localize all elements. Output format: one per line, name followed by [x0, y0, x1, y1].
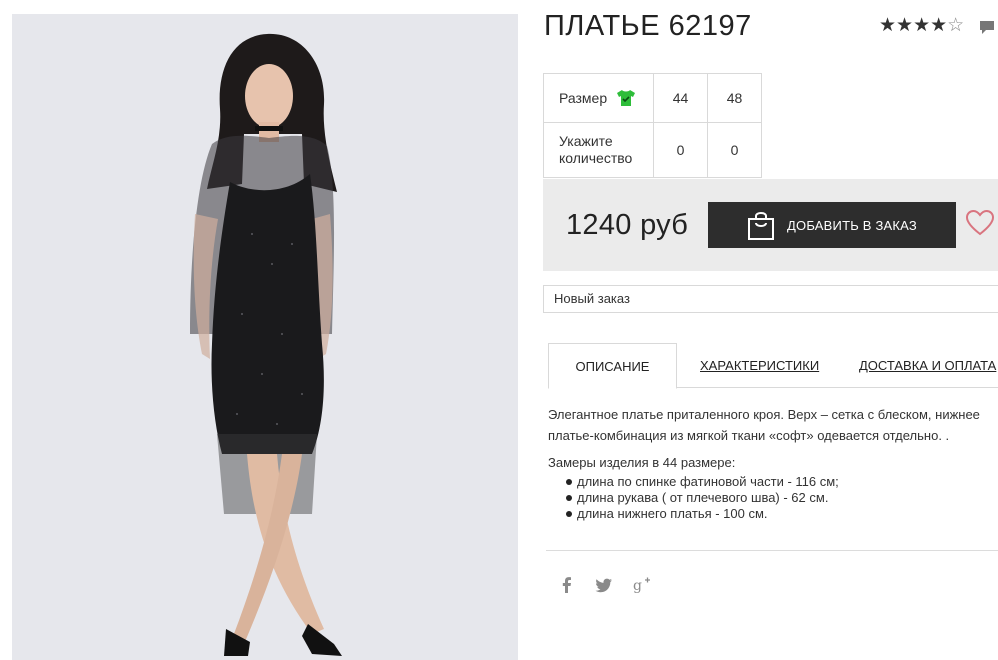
- comment-icon[interactable]: [979, 19, 995, 35]
- buy-bar: 1240 руб ДОБАВИТЬ В ЗАКАЗ: [543, 179, 998, 271]
- product-page: ПЛАТЬЕ 62197 ★★★★☆ Размер 44 48 Укажите …: [0, 0, 998, 660]
- add-to-order-label: ДОБАВИТЬ В ЗАКАЗ: [787, 217, 917, 233]
- price: 1240 руб: [566, 209, 689, 241]
- size-chart-icon[interactable]: [616, 89, 636, 107]
- quantity-input-44[interactable]: 0: [653, 122, 708, 178]
- rating-empty: ☆: [947, 15, 965, 36]
- quantity-label: Укажите количество: [543, 122, 654, 178]
- size-label-cell: Размер: [543, 73, 654, 123]
- svg-text:g: g: [633, 578, 642, 594]
- rating-filled: ★★★★: [879, 15, 948, 36]
- tab-delivery-payment[interactable]: ДОСТАВКА И ОПЛАТА: [859, 343, 996, 388]
- description-text: Элегантное платье приталенного кроя. Вер…: [548, 407, 980, 443]
- tab-bar: ОПИСАНИЕ ХАРАКТЕРИСТИКИ ДОСТАВКА И ОПЛАТ…: [548, 343, 998, 389]
- measurements: Замеры изделия в 44 размере: длина по сп…: [548, 455, 996, 522]
- list-item: длина нижнего платья - 100 см.: [548, 506, 996, 522]
- list-item: длина по спинке фатиновой части - 116 см…: [548, 474, 996, 490]
- twitter-icon[interactable]: [595, 576, 613, 594]
- tab-characteristics[interactable]: ХАРАКТЕРИСТИКИ: [700, 343, 819, 388]
- list-item: длина рукава ( от плечевого шва) - 62 см…: [548, 490, 996, 506]
- order-select[interactable]: Новый заказ: [543, 285, 998, 313]
- size-row: Размер 44 48: [543, 73, 762, 123]
- size-label: Размер: [559, 89, 608, 106]
- wishlist-heart-icon[interactable]: [966, 210, 994, 236]
- size-48: 48: [707, 73, 762, 123]
- measurements-title: Замеры изделия в 44 размере:: [548, 455, 736, 470]
- size-table: Размер 44 48 Укажите количество 0 0: [543, 73, 762, 178]
- quantity-row: Укажите количество 0 0: [543, 122, 762, 178]
- google-plus-icon[interactable]: g: [633, 576, 651, 594]
- measurements-list: длина по спинке фатиновой части - 116 см…: [548, 474, 996, 522]
- rating-stars[interactable]: ★★★★☆: [879, 16, 964, 36]
- add-to-order-button[interactable]: ДОБАВИТЬ В ЗАКАЗ: [708, 202, 956, 248]
- facebook-icon[interactable]: [558, 576, 576, 594]
- product-photo: [12, 14, 518, 660]
- dress-illustration: [12, 14, 518, 660]
- quantity-input-48[interactable]: 0: [707, 122, 762, 178]
- tab-description[interactable]: ОПИСАНИЕ: [548, 343, 677, 389]
- size-44: 44: [653, 73, 708, 123]
- shopping-bag-icon: [748, 212, 775, 240]
- product-title: ПЛАТЬЕ 62197: [544, 10, 752, 42]
- divider: [546, 550, 998, 551]
